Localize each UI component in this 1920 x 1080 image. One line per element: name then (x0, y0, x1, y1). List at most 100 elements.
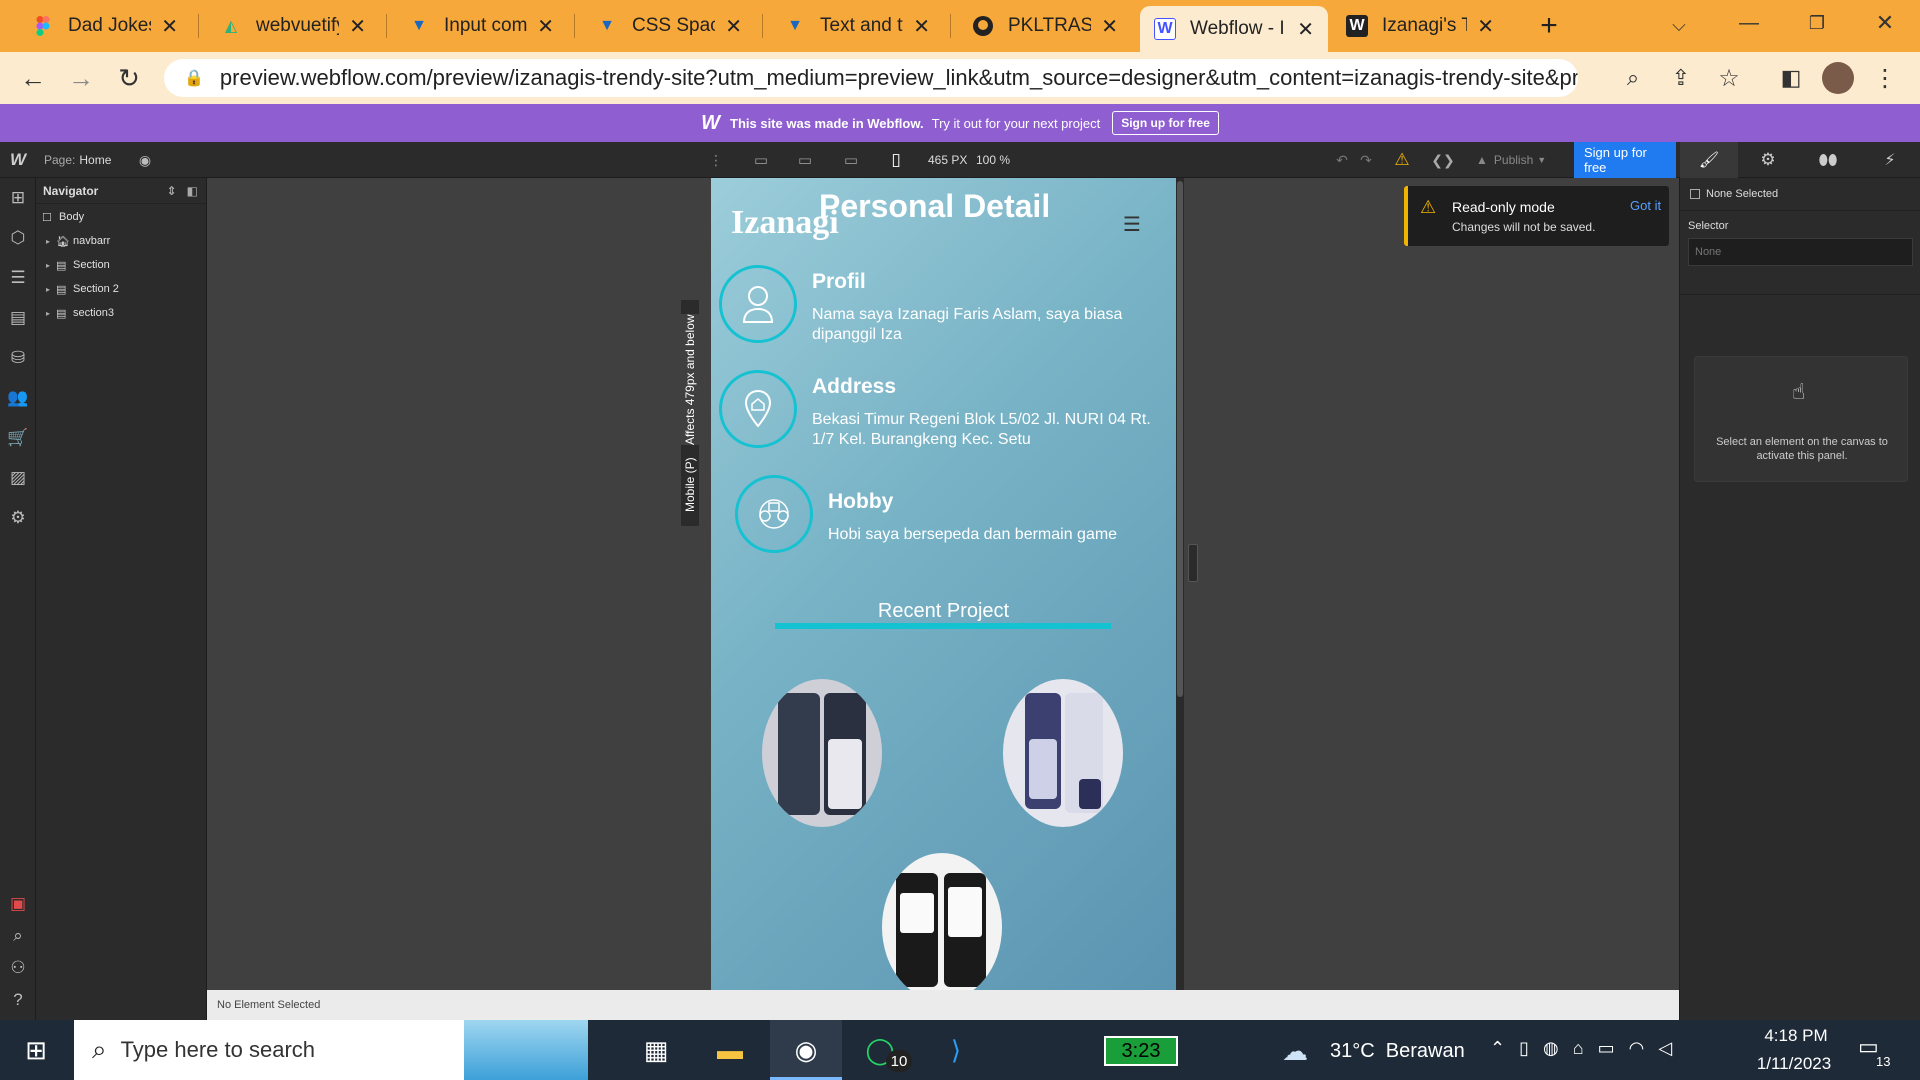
browser-tab-active[interactable]: W Webflow - I ✕ (1140, 6, 1328, 52)
tab-title: webvuetify (256, 15, 340, 36)
close-window-icon[interactable]: ✕ (1868, 6, 1902, 40)
browser-tab[interactable]: ▼ Text and ty ✕ (770, 6, 944, 46)
interactions-bolt-icon[interactable]: ⚡ (1870, 142, 1910, 178)
file-explorer-icon[interactable]: ▬ (710, 1030, 750, 1070)
nav-item-navbarr[interactable]: ▸ 🏠︎ navbarr (46, 230, 110, 252)
dock-panel-icon[interactable]: ◧ (187, 184, 198, 198)
clock-time[interactable]: 4:18 PM (1756, 1026, 1836, 1046)
undo-icon[interactable]: ↶ (1334, 142, 1350, 178)
canvas-scrollbar-thumb[interactable] (1177, 181, 1183, 697)
add-panel-icon[interactable]: ⊞ (6, 186, 30, 210)
caret-right-icon[interactable]: ▸ (46, 261, 56, 270)
site-preview[interactable]: Izanagi Personal Detail ☰ Profil Nama sa… (711, 178, 1176, 990)
close-tab-icon[interactable]: ✕ (913, 14, 930, 39)
banner-made-in: This site was made in Webflow. (730, 115, 924, 131)
toast-got-it-button[interactable]: Got it (1630, 198, 1661, 213)
pages-icon[interactable]: ▤ (6, 306, 30, 330)
project-thumbnail[interactable] (882, 853, 1002, 990)
tablet-icon[interactable]: ▭ (840, 142, 862, 178)
mobile-portrait-icon[interactable]: ▯ (886, 142, 906, 178)
reload-icon[interactable]: ↻ (112, 61, 146, 95)
nav-item-section-2[interactable]: ▸ ▤ Section 2 (46, 278, 119, 300)
tab-title: Text and ty (820, 15, 904, 36)
close-tab-icon[interactable]: ✕ (1101, 14, 1118, 39)
publish-button[interactable]: ▲ Publish ▼ (1476, 142, 1546, 178)
redo-icon[interactable]: ↷ (1358, 142, 1374, 178)
settings-gear-icon[interactable]: ⚙ (1748, 142, 1788, 178)
community-icon[interactable]: ⚇ (6, 956, 30, 980)
project-thumbnail[interactable] (1003, 679, 1123, 827)
symbols-icon[interactable]: ⬡ (6, 226, 30, 250)
close-tab-icon[interactable]: ✕ (1477, 14, 1494, 39)
ecommerce-icon[interactable]: 🛒 (6, 426, 30, 450)
forward-icon[interactable]: → (64, 61, 98, 95)
bookmark-star-icon[interactable]: ☆ (1712, 61, 1746, 95)
nav-item-section3[interactable]: ▸ ▤ section3 (46, 302, 114, 324)
publish-label: Publish (1493, 153, 1534, 167)
browser-tab[interactable]: ◭ webvuetify ✕ (206, 6, 380, 46)
close-tab-icon[interactable]: ✕ (725, 14, 742, 39)
chrome-menu-icon[interactable]: ⋮ (1868, 61, 1902, 95)
selector-input[interactable] (1688, 238, 1913, 266)
signup-button[interactable]: Sign up for free (1574, 142, 1676, 178)
address-bar[interactable]: 🔒 preview.webflow.com/preview/izanagis-t… (164, 59, 1578, 97)
navigator-icon[interactable]: ☰ (6, 266, 30, 290)
browser-tab[interactable]: W Izanagi's Tr ✕ (1332, 6, 1508, 46)
close-tab-icon[interactable]: ✕ (161, 14, 178, 39)
help-icon[interactable]: ? (6, 988, 30, 1012)
browser-tab[interactable]: Dad Jokes - ✕ (18, 6, 192, 46)
breakpoint-affects: Affects 479px and below (679, 314, 701, 445)
restore-icon[interactable]: ❐ (1800, 6, 1834, 40)
assets-icon[interactable]: ▨ (6, 466, 30, 490)
caret-right-icon[interactable]: ▸ (46, 309, 56, 318)
nav-item-section[interactable]: ▸ ▤ Section (46, 254, 110, 276)
canvas-resize-handle[interactable] (1188, 544, 1198, 582)
users-icon[interactable]: 👥 (6, 386, 30, 410)
banner-signup-button[interactable]: Sign up for free (1112, 111, 1219, 135)
cms-icon[interactable]: ⛁ (6, 346, 30, 370)
browser-tab[interactable]: ▼ CSS Spacin ✕ (582, 6, 756, 46)
code-icon[interactable]: ❮❯ (1431, 142, 1454, 178)
nav-item-body[interactable]: ☐ Body (42, 206, 84, 228)
close-tab-icon[interactable]: ✕ (537, 14, 554, 39)
chrome-icon[interactable]: ◉ (786, 1030, 826, 1070)
windows-start-icon[interactable]: ⊞ (16, 1030, 56, 1070)
side-panel-icon[interactable]: ◧ (1774, 61, 1808, 95)
weather-text[interactable]: 31°C Berawan (1330, 1040, 1465, 1063)
hobby-icon (735, 475, 813, 553)
more-breakpoints-icon[interactable]: ⋮ (709, 142, 723, 178)
record-icon[interactable]: ▣ (6, 892, 30, 916)
clock-date[interactable]: 1/11/2023 (1742, 1054, 1846, 1074)
browser-tab[interactable]: PKLTRASPA ✕ (958, 6, 1132, 46)
project-thumbnail[interactable] (762, 679, 882, 827)
share-icon[interactable]: ⇪ (1664, 61, 1698, 95)
close-tab-icon[interactable]: ✕ (1297, 17, 1314, 42)
warning-icon[interactable]: ⚠ (1392, 142, 1412, 178)
expand-collapse-icon[interactable]: ⇕ (167, 184, 177, 198)
close-tab-icon[interactable]: ✕ (349, 14, 366, 39)
breakpoint-label: Mobile (P) (683, 456, 697, 512)
zoom-icon[interactable]: ⌕ (1616, 61, 1650, 95)
new-tab-button[interactable]: + (1532, 9, 1566, 43)
style-brush-icon[interactable]: 🖌 (1680, 142, 1738, 178)
hamburger-menu-icon[interactable]: ☰ (1123, 212, 1141, 237)
search-icon[interactable]: ⌕ (6, 924, 30, 948)
caret-right-icon[interactable]: ▸ (46, 237, 56, 246)
back-icon[interactable]: ← (16, 61, 50, 95)
preview-eye-icon[interactable]: ◉ (136, 142, 154, 178)
caret-right-icon[interactable]: ▸ (46, 285, 56, 294)
avatar[interactable] (1822, 62, 1854, 94)
desktop-large-icon[interactable]: ▭ (750, 142, 772, 178)
tab-search-icon[interactable]: ⌵ (1662, 8, 1696, 42)
desktop-icon[interactable]: ▭ (794, 142, 816, 178)
settings-icon[interactable]: ⚙ (6, 506, 30, 530)
minimize-icon[interactable]: — (1732, 6, 1766, 40)
style-manager-icon[interactable]: ⬮⬮ (1808, 142, 1848, 178)
vscode-icon[interactable]: ⟩ (936, 1030, 976, 1070)
microsoft-store-icon[interactable]: ▦ (636, 1030, 676, 1070)
webflow-menu-icon[interactable]: W (6, 142, 30, 178)
page-selector[interactable]: Page: Home (44, 142, 111, 178)
browser-tab[interactable]: ▼ Input comp ✕ (394, 6, 568, 46)
tray-icons[interactable]: ⌃▯◍⌂▭◠◁ (1490, 1038, 1686, 1059)
taskbar-search[interactable]: ⌕ Type here to search (74, 1020, 588, 1080)
